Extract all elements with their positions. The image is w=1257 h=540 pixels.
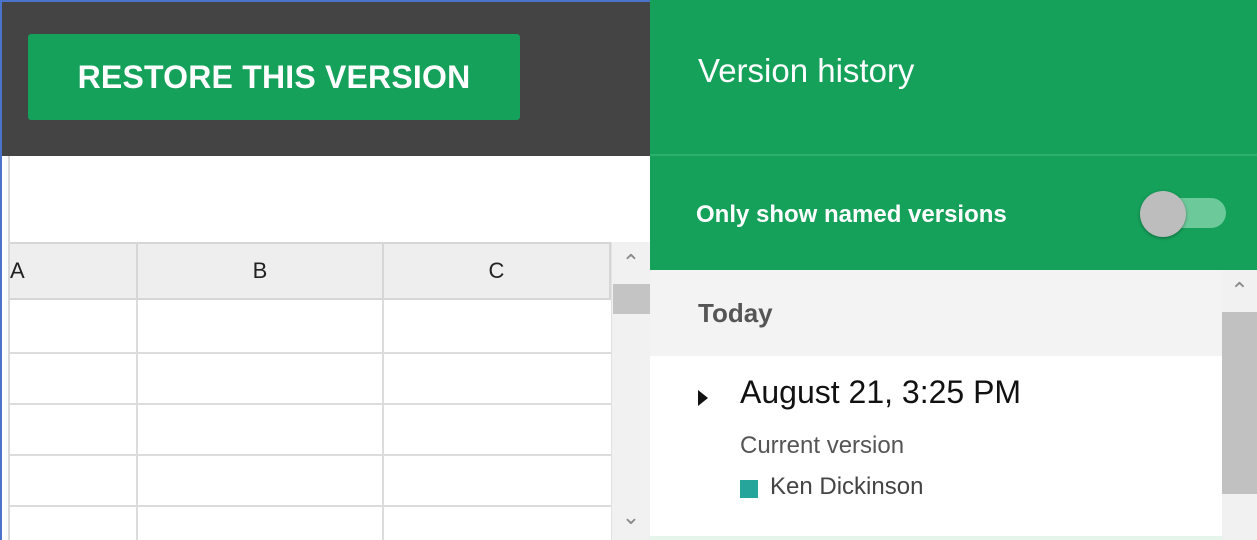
author-color-swatch (740, 480, 758, 498)
grid-scrollbar-thumb[interactable] (613, 284, 650, 314)
version-history-panel: Version history Only show named versions… (650, 0, 1257, 540)
list-divider (650, 536, 1222, 540)
grid-column-line (382, 300, 384, 540)
panel-vertical-scrollbar[interactable]: ⌃ (1222, 270, 1257, 540)
top-toolbar: RESTORE THIS VERSION (2, 2, 650, 156)
column-header-a[interactable]: A (10, 242, 138, 300)
restore-version-button[interactable]: RESTORE THIS VERSION (28, 34, 520, 120)
version-timestamp: August 21, 3:25 PM (740, 374, 1022, 410)
grid-column-line (136, 300, 138, 540)
spreadsheet-grid: A B C (10, 242, 611, 540)
expand-arrow-icon[interactable] (698, 390, 708, 406)
version-author: Ken Dickinson (770, 473, 924, 500)
named-versions-filter: Only show named versions (650, 156, 1257, 270)
versions-list: Today August 21, 3:25 PM Current version… (650, 270, 1222, 540)
filter-label: Only show named versions (696, 201, 1007, 228)
grid-row-line (10, 352, 611, 354)
grid-vertical-scrollbar[interactable]: ⌃ ⌄ (611, 242, 650, 540)
group-label: Today (698, 298, 773, 328)
version-description: Current version (740, 432, 905, 459)
panel-header: Version history (650, 0, 1257, 156)
grid-row-line (10, 505, 611, 507)
panel-title: Version history (698, 52, 915, 89)
column-header-c[interactable]: C (384, 242, 611, 300)
scroll-down-icon[interactable]: ⌄ (612, 504, 650, 530)
scroll-up-icon[interactable]: ⌃ (1222, 278, 1257, 304)
version-group-header: Today (650, 270, 1222, 356)
toggle-knob[interactable] (1140, 191, 1186, 237)
panel-scrollbar-thumb[interactable] (1222, 312, 1257, 494)
grid-row-line (10, 454, 611, 456)
formula-bar-area (2, 156, 650, 242)
grid-row-line (10, 403, 611, 405)
column-header-b[interactable]: B (138, 242, 384, 300)
scroll-up-icon[interactable]: ⌃ (612, 250, 650, 276)
version-item[interactable]: August 21, 3:25 PM Current version Ken D… (650, 356, 1222, 540)
